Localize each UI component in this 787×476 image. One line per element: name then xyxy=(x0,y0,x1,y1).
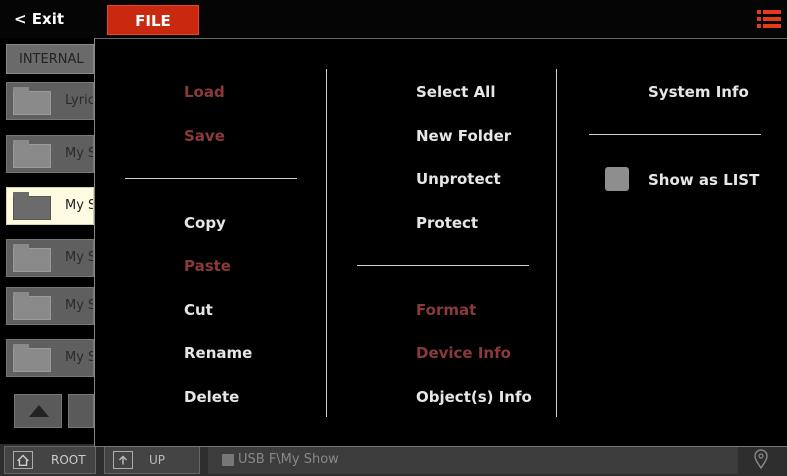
root-label: ROOT xyxy=(51,453,86,467)
folder-icon xyxy=(13,344,51,372)
scroll-up-button[interactable] xyxy=(14,394,62,428)
current-path: USB F\My Show xyxy=(208,446,738,474)
menu-item-unprotect[interactable]: Unprotect xyxy=(416,170,501,188)
menu-item-rename[interactable]: Rename xyxy=(184,344,252,362)
menu-item-format: Format xyxy=(416,301,477,319)
file-name: Lyric xyxy=(65,93,94,108)
file-name: My S xyxy=(65,350,94,365)
menu-item-select-all[interactable]: Select All xyxy=(416,83,495,101)
column-divider xyxy=(556,69,557,417)
menu-item-delete[interactable]: Delete xyxy=(184,388,239,406)
up-button[interactable]: UP xyxy=(104,446,200,474)
show-as-list-checkbox[interactable] xyxy=(605,167,629,191)
file-name: My S xyxy=(65,298,94,313)
file-name: My S xyxy=(65,146,94,161)
folder-icon xyxy=(13,292,51,320)
list-item[interactable]: My S xyxy=(6,339,94,377)
menu-divider xyxy=(589,134,761,135)
folder-icon xyxy=(13,244,51,272)
home-icon xyxy=(13,451,33,469)
location-pin-icon[interactable] xyxy=(744,446,778,474)
file-menu-popup: Load Save Copy Paste Cut Rename Delete S… xyxy=(94,38,787,447)
show-as-list-label[interactable]: Show as LIST xyxy=(648,171,759,189)
menu-item-load: Load xyxy=(184,83,225,101)
list-item[interactable]: My S xyxy=(6,135,94,173)
menu-item-device-info: Device Info xyxy=(416,344,511,362)
up-arrow-icon xyxy=(113,451,133,469)
root-button[interactable]: ROOT xyxy=(4,446,96,474)
menu-item-paste: Paste xyxy=(184,257,231,275)
file-icon xyxy=(222,454,234,466)
folder-icon xyxy=(13,140,51,168)
up-label: UP xyxy=(149,453,166,467)
file-name: My S xyxy=(65,198,94,213)
file-tab[interactable]: FILE xyxy=(107,5,199,35)
menu-divider xyxy=(357,265,529,266)
list-item-selected[interactable]: My S xyxy=(6,187,94,225)
scroll-down-button[interactable] xyxy=(68,394,94,428)
menu-item-cut[interactable]: Cut xyxy=(184,301,213,319)
menu-item-copy[interactable]: Copy xyxy=(184,214,226,232)
column-divider xyxy=(326,69,327,417)
menu-item-save: Save xyxy=(184,127,225,145)
menu-item-protect[interactable]: Protect xyxy=(416,214,478,232)
menu-item-system-info[interactable]: System Info xyxy=(648,83,749,101)
menu-divider xyxy=(125,178,297,179)
menu-item-objects-info[interactable]: Object(s) Info xyxy=(416,388,532,406)
path-text: USB F\My Show xyxy=(238,452,339,467)
exit-button[interactable]: < Exit xyxy=(0,0,94,38)
list-item[interactable]: My S xyxy=(6,287,94,325)
file-name: My S xyxy=(65,250,94,265)
hamburger-menu-icon[interactable] xyxy=(757,9,781,29)
folder-icon xyxy=(13,87,51,115)
menu-item-new-folder[interactable]: New Folder xyxy=(416,127,511,145)
list-item[interactable]: Lyric xyxy=(6,82,94,120)
list-item[interactable]: My S xyxy=(6,239,94,277)
folder-icon xyxy=(13,192,51,220)
storage-tab-internal[interactable]: INTERNAL xyxy=(6,44,94,74)
